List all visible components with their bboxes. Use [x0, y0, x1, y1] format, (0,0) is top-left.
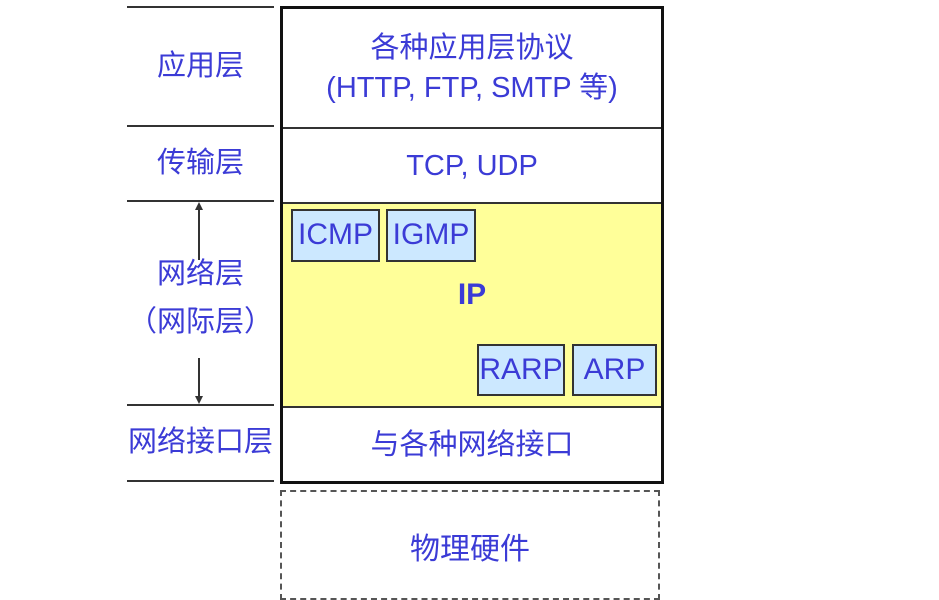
application-row: 各种应用层协议 (HTTP, FTP, SMTP 等) — [283, 9, 661, 129]
protocol-rarp: RARP — [477, 344, 565, 396]
transport-protocols: TCP, UDP — [406, 149, 538, 182]
layer-label-transport: 传输层 — [156, 147, 244, 179]
application-protocols-examples: (HTTP, FTP, SMTP 等) — [326, 72, 618, 104]
divider-network-interface — [127, 404, 274, 406]
interface-row: 与各种网络接口 — [283, 408, 661, 481]
layer-label-application: 应用层 — [156, 50, 244, 82]
arrow-down-icon — [198, 358, 200, 398]
interface-description: 与各种网络接口 — [370, 428, 574, 461]
layer-label-network-alt: （网际层） — [127, 306, 273, 338]
arrowhead-down — [195, 396, 203, 404]
protocol-icmp: ICMP — [291, 209, 380, 262]
divider-app-transport — [127, 125, 274, 127]
layer-label-interface: 网络接口层 — [127, 426, 273, 458]
hardware-label: 物理硬件 — [410, 533, 530, 566]
divider-bottom — [127, 480, 274, 482]
ip-label: IP — [457, 278, 487, 311]
layer-label-network: 网络层 — [156, 258, 244, 290]
application-protocols: 各种应用层协议 — [370, 32, 574, 64]
transport-row: TCP, UDP — [283, 129, 661, 204]
arrow-up-icon — [198, 206, 200, 260]
protocol-arp: ARP — [572, 344, 657, 396]
arrowhead-up — [195, 202, 203, 210]
protocol-igmp: IGMP — [386, 209, 476, 262]
hardware-box: 物理硬件 — [280, 490, 660, 600]
divider-top — [127, 6, 274, 8]
protocol-stack: 各种应用层协议 (HTTP, FTP, SMTP 等) TCP, UDP IP … — [280, 6, 664, 484]
